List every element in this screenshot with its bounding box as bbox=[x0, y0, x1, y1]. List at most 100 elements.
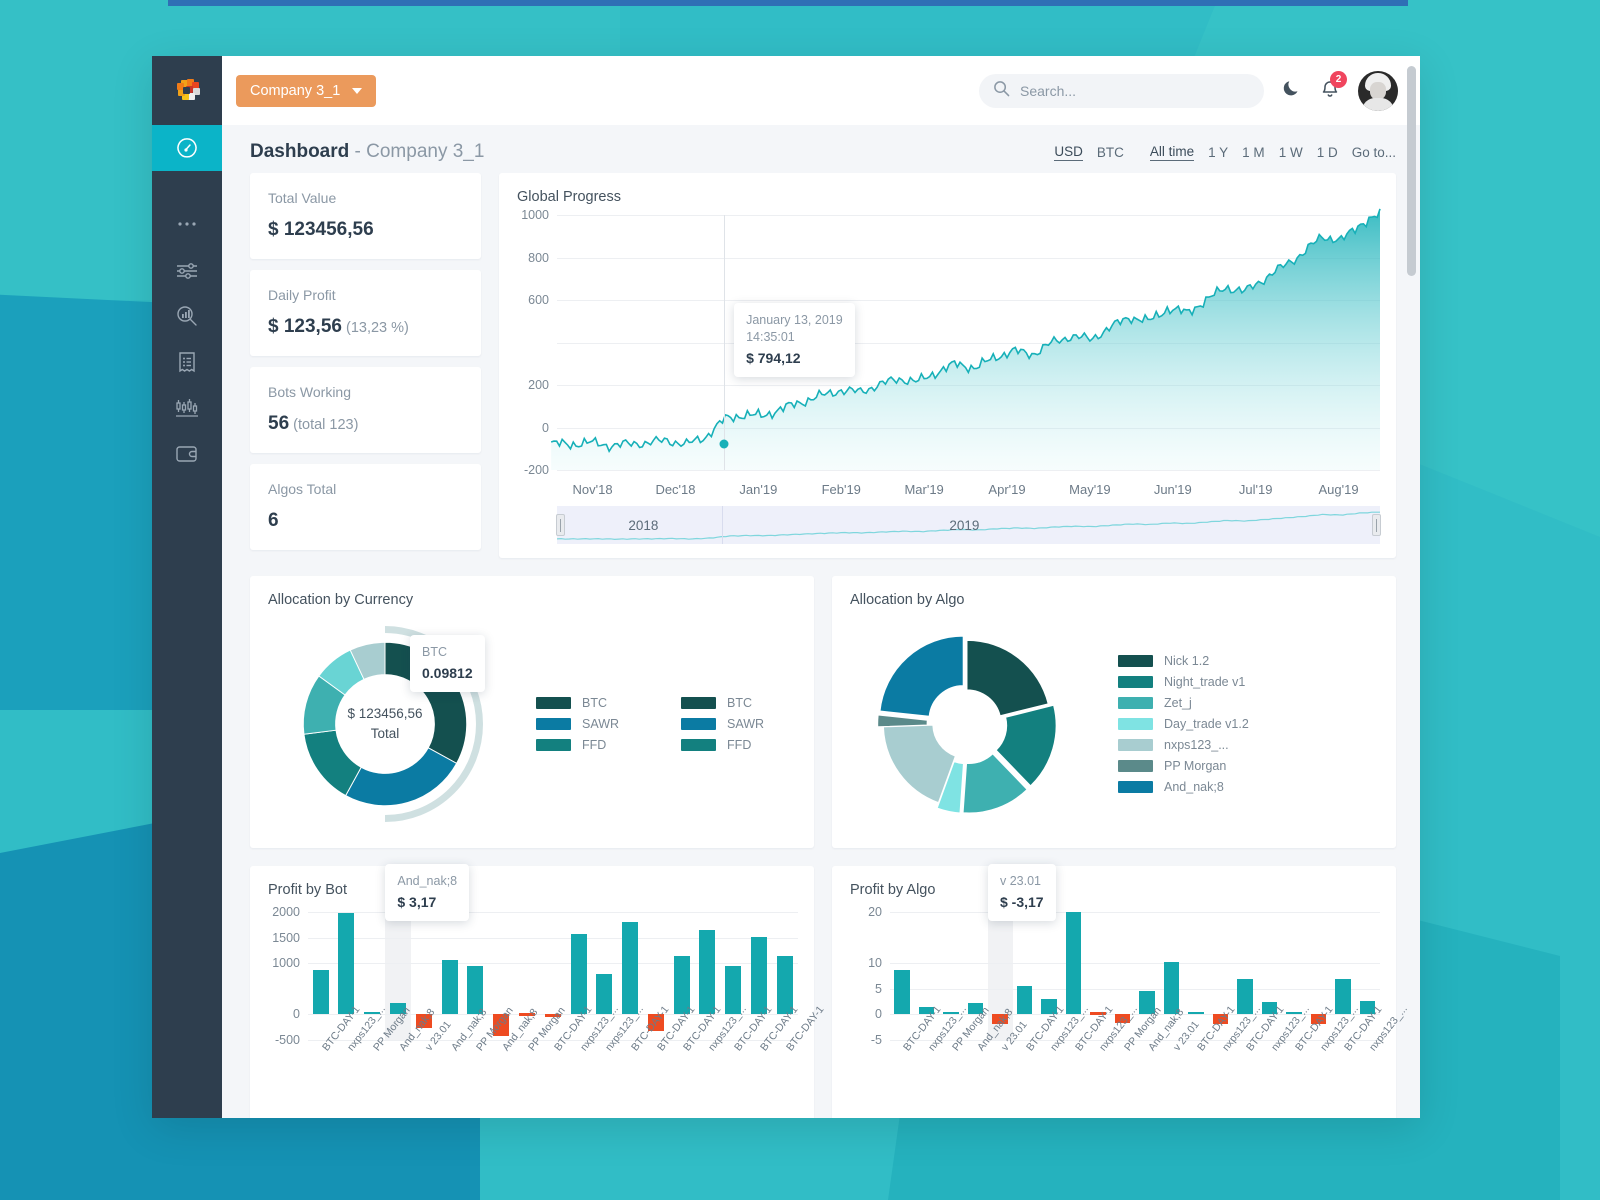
user-avatar[interactable] bbox=[1358, 70, 1398, 111]
bar[interactable] bbox=[312, 970, 329, 1015]
legend-item[interactable]: Nick 1.2 bbox=[1118, 654, 1249, 668]
wallet-icon bbox=[175, 444, 199, 464]
search-box[interactable] bbox=[979, 73, 1264, 108]
search-icon bbox=[993, 80, 1010, 102]
kpi-subvalue: (total 123) bbox=[289, 417, 359, 433]
legend-item[interactable]: BTC bbox=[536, 696, 619, 710]
donut-slice-pp-morgan[interactable] bbox=[877, 714, 928, 728]
donut2-svg bbox=[877, 635, 1057, 814]
legend-item[interactable]: BTC bbox=[681, 696, 764, 710]
currency-option-0[interactable]: USD bbox=[1054, 144, 1083, 161]
legend-item[interactable]: nxps123_... bbox=[1118, 738, 1249, 752]
kpi-value: 56 (total 123) bbox=[268, 413, 359, 434]
main-area: Company 3_1 Search... 2 Dashboard - Comp… bbox=[222, 56, 1420, 1118]
vertical-scrollbar[interactable] bbox=[1407, 66, 1416, 1108]
app-logo[interactable] bbox=[152, 56, 222, 125]
bar[interactable] bbox=[699, 930, 716, 1015]
range-left-handle[interactable] bbox=[556, 514, 565, 536]
algo-donut-chart[interactable] bbox=[832, 629, 1102, 819]
bar[interactable] bbox=[441, 960, 458, 1015]
gridline bbox=[308, 912, 798, 913]
x-axis-tick: Dec'18 bbox=[655, 482, 696, 497]
kpi-card-1: Daily Profit $ 123,56 (13,23 %) bbox=[250, 270, 481, 356]
legend-item[interactable]: FFD bbox=[536, 738, 619, 752]
company-selector-button[interactable]: Company 3_1 bbox=[236, 74, 377, 107]
range-year-label: 2018 bbox=[628, 517, 659, 533]
x-axis-tick: Aug'19 bbox=[1318, 482, 1359, 497]
legend-swatch bbox=[681, 718, 717, 730]
y-axis-tick: 2000 bbox=[272, 905, 300, 919]
range-option-1[interactable]: 1 Y bbox=[1208, 145, 1228, 160]
kpi-label: Daily Profit bbox=[268, 287, 336, 303]
legend-item[interactable]: SAWR bbox=[536, 717, 619, 731]
range-option-3[interactable]: 1 W bbox=[1279, 145, 1303, 160]
profit-by-bot-card: Profit by Bot 2000 1500 1000 0 -500 And_nak;8… bbox=[250, 864, 826, 1118]
sidebar-item-markets[interactable] bbox=[152, 385, 222, 431]
sidebar-item-reports[interactable] bbox=[152, 339, 222, 385]
x-axis-tick: Jul'19 bbox=[1238, 482, 1273, 497]
currency-option-1[interactable]: BTC bbox=[1097, 145, 1124, 160]
gridline bbox=[890, 912, 1380, 913]
bar[interactable] bbox=[1188, 1011, 1204, 1015]
sidebar-item-settings[interactable] bbox=[152, 247, 222, 293]
legend-label: BTC bbox=[582, 696, 607, 710]
currency-donut-chart[interactable]: $ 123456,56 Total BTC 0.09812 bbox=[250, 626, 520, 822]
y-axis-tick: 5 bbox=[875, 981, 882, 996]
range-selector[interactable]: 2018 2019 bbox=[556, 506, 1381, 544]
donut-slice-nick-1-2[interactable] bbox=[966, 639, 1049, 717]
legend-item[interactable]: SAWR bbox=[681, 717, 764, 731]
legend-label: PP Morgan bbox=[1164, 759, 1227, 773]
gridline bbox=[308, 963, 798, 965]
bar[interactable] bbox=[622, 921, 639, 1015]
range-option-5[interactable]: Go to... bbox=[1352, 145, 1396, 160]
bar[interactable] bbox=[1016, 985, 1033, 1015]
profit-by-algo-card: Profit by Algo 20 10 5 0 -5 v 23.01 $ -3,17 BT… bbox=[832, 864, 1409, 1118]
range-option-4[interactable]: 1 D bbox=[1317, 145, 1338, 160]
sidebar-item-more[interactable] bbox=[152, 201, 222, 247]
search-input[interactable] bbox=[1020, 82, 1250, 99]
scrollbar-thumb[interactable] bbox=[1407, 66, 1416, 276]
legend-column: BTC SAWR FFD bbox=[536, 696, 619, 752]
bar[interactable] bbox=[570, 933, 587, 1015]
donut-slice-and-nak-8[interactable] bbox=[879, 635, 964, 717]
algo-legend: Nick 1.2 Night_trade v1 Zet_j Day_trade v1.… bbox=[1102, 654, 1249, 794]
legend-swatch bbox=[1118, 739, 1153, 751]
ellipsis-icon bbox=[177, 221, 197, 227]
legend-swatch bbox=[1118, 760, 1153, 772]
legend-item[interactable]: Day_trade v1.2 bbox=[1118, 717, 1249, 731]
y-axis-tick: 0 bbox=[875, 1007, 882, 1022]
range-option-0[interactable]: All time bbox=[1149, 144, 1195, 161]
legend-item[interactable]: Zet_j bbox=[1118, 696, 1249, 710]
theme-toggle-button[interactable] bbox=[1282, 78, 1302, 103]
currency-switch: USD BTC bbox=[1054, 144, 1124, 161]
tooltip-value: $ 3,17 bbox=[397, 893, 437, 910]
legend-item[interactable]: PP Morgan bbox=[1118, 759, 1249, 773]
range-option-2[interactable]: 1 M bbox=[1242, 145, 1265, 160]
legend-column: BTC SAWR FFD bbox=[681, 696, 764, 752]
global-progress-chart[interactable]: 1000 800 600 200 0 -200 Nov'18 Dec'18 Jan'19 Feb'… bbox=[513, 208, 1380, 515]
bar[interactable] bbox=[1065, 912, 1082, 1015]
range-right-handle[interactable] bbox=[1372, 514, 1381, 536]
legend-swatch bbox=[681, 739, 717, 751]
global-progress-tooltip: January 13, 2019 14:35:01 $ 794,12 bbox=[734, 303, 855, 377]
tooltip-value: $ 794,12 bbox=[746, 349, 801, 366]
bar[interactable] bbox=[338, 912, 355, 1015]
legend-label: FFD bbox=[582, 738, 607, 752]
legend-item[interactable]: And_nak;8 bbox=[1118, 780, 1249, 794]
bar[interactable] bbox=[894, 970, 910, 1015]
notifications-button[interactable]: 2 bbox=[1320, 70, 1347, 104]
receipt-icon bbox=[176, 350, 198, 374]
sidebar-item-analytics[interactable] bbox=[152, 293, 222, 339]
legend-item[interactable]: Night_trade v1 bbox=[1118, 675, 1249, 689]
legend-item[interactable]: FFD bbox=[681, 738, 764, 752]
speedometer-icon bbox=[175, 136, 199, 160]
legend-label: BTC bbox=[727, 696, 753, 710]
sidebar-item-wallet[interactable] bbox=[152, 431, 222, 477]
profit-by-algo-xaxis: BTC-DAY-1 nxps123_... PP Morgan And_nak;8 v … bbox=[846, 1003, 1409, 1118]
x-axis-tick: Feb'19 bbox=[821, 482, 861, 497]
gridline bbox=[557, 470, 1380, 471]
legend-swatch bbox=[1118, 781, 1153, 793]
allocation-by-currency-card: Allocation by Currency $ 123456,56 Total B… bbox=[250, 576, 814, 848]
global-progress-title: Global Progress bbox=[517, 189, 621, 205]
sidebar-item-dashboard[interactable] bbox=[152, 125, 222, 171]
